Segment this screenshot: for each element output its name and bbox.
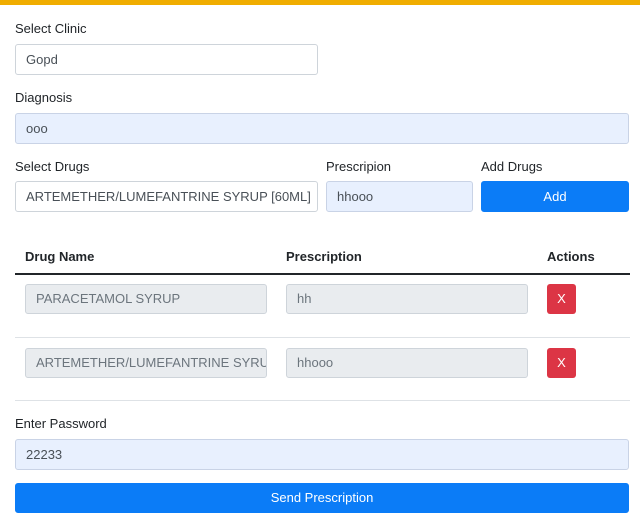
row-1-drug-name: PARACETAMOL SYRUP xyxy=(25,284,267,314)
prescription-label: Prescripion xyxy=(326,159,392,174)
clinic-select[interactable]: Gopd xyxy=(15,44,318,75)
row-2-drug-name: ARTEMETHER/LUMEFANTRINE SYRUP [60ML] xyxy=(25,348,267,378)
row-1-remove-button[interactable]: X xyxy=(547,284,576,314)
column-header-prescription: Prescription xyxy=(286,249,362,264)
row-divider xyxy=(15,400,630,401)
row-2-remove-button[interactable]: X xyxy=(547,348,576,378)
add-drugs-label: Add Drugs xyxy=(481,159,543,174)
drugs-select[interactable]: ARTEMETHER/LUMEFANTRINE SYRUP [60ML] xyxy=(15,181,318,212)
diagnosis-input[interactable]: ooo xyxy=(15,113,629,144)
row-divider xyxy=(15,337,630,338)
table-header-divider xyxy=(15,273,630,275)
prescription-input[interactable]: hhooo xyxy=(326,181,473,212)
column-header-actions: Actions xyxy=(547,249,595,264)
row-1-prescription: hh xyxy=(286,284,528,314)
drugs-label: Select Drugs xyxy=(15,159,90,174)
row-2-prescription: hhooo xyxy=(286,348,528,378)
column-header-drug-name: Drug Name xyxy=(25,249,95,264)
diagnosis-label: Diagnosis xyxy=(15,90,73,105)
password-input[interactable]: 22233 xyxy=(15,439,629,470)
send-prescription-button[interactable]: Send Prescription xyxy=(15,483,629,513)
password-label: Enter Password xyxy=(15,416,107,431)
add-drug-button[interactable]: Add xyxy=(481,181,629,212)
top-accent-strip xyxy=(0,0,640,5)
clinic-label: Select Clinic xyxy=(15,21,87,36)
